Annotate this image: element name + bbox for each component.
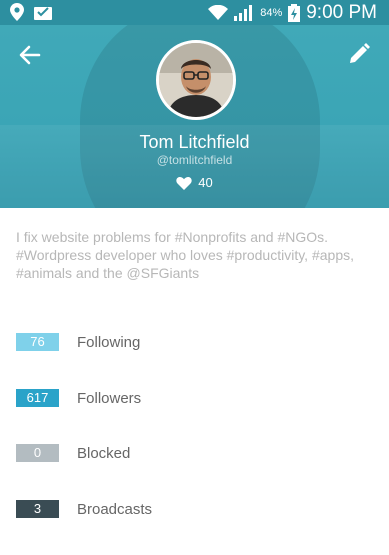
status-right: 84% 9:00 PM bbox=[208, 2, 377, 24]
wifi-icon bbox=[208, 5, 229, 20]
blocked-count-badge: 0 bbox=[16, 444, 59, 462]
notification-icon bbox=[34, 7, 52, 20]
profile-name: Tom Litchfield bbox=[139, 132, 250, 152]
location-icon bbox=[10, 3, 24, 21]
status-left-icons bbox=[10, 3, 52, 21]
following-label: Following bbox=[77, 333, 141, 351]
stat-following[interactable]: 76 Following bbox=[16, 333, 140, 351]
battery-icon bbox=[288, 4, 301, 22]
profile-header: Tom Litchfield @tomlitchfield 40 bbox=[0, 25, 389, 208]
broadcasts-count-badge: 3 bbox=[16, 500, 59, 518]
followers-label: Followers bbox=[77, 389, 142, 407]
signal-icon bbox=[234, 5, 253, 21]
avatar-portrait bbox=[159, 43, 233, 117]
clock: 9:00 PM bbox=[306, 2, 377, 23]
pencil-icon[interactable] bbox=[347, 42, 371, 66]
likes-count: 40 bbox=[0, 175, 389, 190]
status-bar: 84% 9:00 PM bbox=[0, 0, 389, 25]
followers-count-badge: 617 bbox=[16, 389, 59, 407]
following-count-badge: 76 bbox=[16, 333, 59, 351]
broadcasts-label: Broadcasts bbox=[77, 500, 153, 518]
heart-icon bbox=[176, 176, 192, 190]
likes-value: 40 bbox=[198, 175, 213, 190]
stat-followers[interactable]: 617 Followers bbox=[16, 389, 141, 407]
stat-blocked[interactable]: 0 Blocked bbox=[16, 444, 130, 462]
blocked-label: Blocked bbox=[77, 444, 131, 462]
avatar[interactable] bbox=[156, 40, 236, 120]
stat-broadcasts[interactable]: 3 Broadcasts bbox=[16, 500, 152, 518]
battery-percent: 84% bbox=[260, 7, 283, 19]
profile-handle: @tomlitchfield bbox=[156, 153, 233, 167]
arrow-left-icon[interactable] bbox=[17, 42, 43, 68]
profile-bio: I fix website problems for #Nonprofits a… bbox=[16, 229, 354, 281]
